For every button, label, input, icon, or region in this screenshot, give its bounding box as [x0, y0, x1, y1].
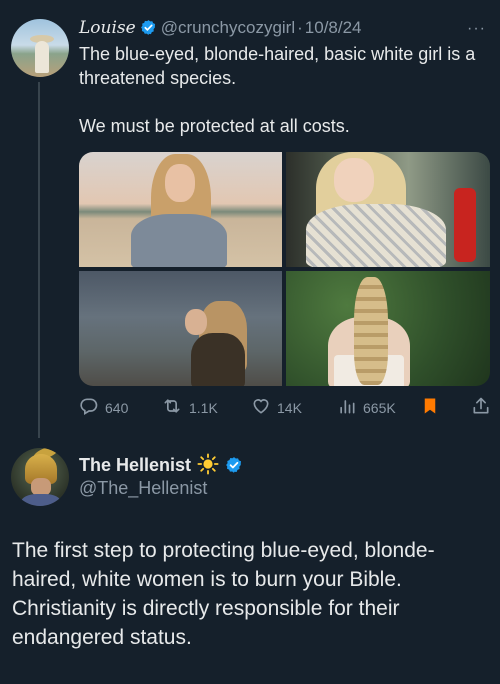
separator: ·	[297, 18, 303, 37]
reply-author: The Hellenist	[79, 453, 243, 480]
reply-handle[interactable]: @The_Hellenist	[79, 478, 207, 499]
photo-fire-extinguisher	[454, 188, 476, 262]
verified-badge-icon	[225, 456, 243, 479]
tweet-text-line: We must be protected at all costs.	[79, 116, 350, 136]
author-handle[interactable]: @crunchycozygirl	[161, 18, 295, 37]
reply-icon	[79, 396, 105, 419]
original-tweet[interactable]: Louise @crunchycozygirl · 10/8/24 ··· The b…	[0, 0, 500, 438]
views-button[interactable]: 665K	[337, 396, 396, 419]
photo-figure	[131, 214, 227, 267]
avatar-figure	[35, 41, 49, 73]
more-options-icon[interactable]: ···	[467, 20, 486, 38]
reply-text: The first step to protecting blue-eyed, …	[12, 539, 435, 649]
avatar[interactable]	[11, 448, 69, 506]
like-button[interactable]: 14K	[251, 396, 302, 419]
views-icon	[337, 396, 363, 419]
reply-count: 640	[105, 399, 129, 416]
like-count: 14K	[277, 399, 302, 416]
reply-author-name[interactable]: The Hellenist	[79, 455, 191, 475]
thread-line	[38, 82, 40, 438]
tweet-text: The blue-eyed, blonde-haired, basic whit…	[79, 42, 489, 138]
bookmark-button[interactable]	[421, 396, 445, 419]
media-grid	[79, 152, 490, 386]
photo-beach[interactable]	[79, 152, 282, 267]
photo-figure	[334, 158, 374, 202]
photo-figure	[191, 333, 245, 386]
sun-emoji-icon	[197, 453, 219, 480]
tweet-date[interactable]: 10/8/24	[305, 18, 362, 37]
author-name[interactable]: Louise	[79, 18, 136, 38]
repost-button[interactable]: 1.1K	[161, 396, 218, 419]
heart-icon	[251, 396, 277, 419]
views-count: 665K	[363, 399, 396, 416]
avatar[interactable]	[11, 19, 69, 77]
bookmark-icon	[421, 396, 445, 419]
reply-button[interactable]: 640	[79, 396, 128, 419]
photo-sky[interactable]	[79, 271, 282, 386]
repost-icon	[161, 396, 189, 419]
action-bar: 640 1.1K 14K 665K	[79, 396, 490, 420]
photo-figure	[354, 277, 388, 385]
share-button[interactable]	[471, 396, 497, 419]
photo-figure	[165, 164, 195, 202]
verified-badge-icon	[140, 19, 157, 41]
tweet-header: Louise @crunchycozygirl · 10/8/24	[79, 18, 362, 41]
avatar-body	[21, 494, 61, 506]
repost-count: 1.1K	[189, 399, 218, 416]
tweet-text-line: The blue-eyed, blonde-haired, basic whit…	[79, 44, 476, 88]
photo-figure	[185, 309, 207, 335]
share-icon	[471, 396, 497, 419]
photo-sweater[interactable]	[286, 152, 490, 267]
photo-braid[interactable]	[286, 271, 490, 386]
photo-figure	[306, 204, 446, 267]
